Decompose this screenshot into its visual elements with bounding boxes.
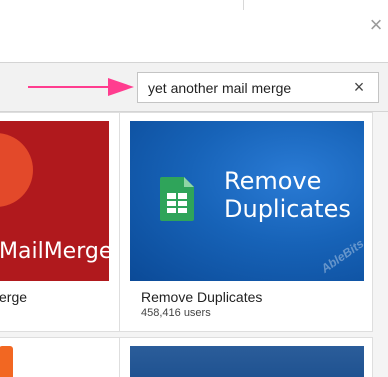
watermark-text: AbleBits [318, 236, 364, 276]
close-icon[interactable]: × [364, 13, 388, 37]
thumbnail-text: Remove Duplicates [224, 167, 351, 223]
addon-thumbnail [130, 346, 364, 377]
addon-thumbnail [0, 346, 13, 377]
addon-card[interactable] [0, 337, 120, 377]
arrow-annotation [28, 78, 134, 96]
addon-title[interactable]: Remove Duplicates [141, 289, 262, 305]
spreadsheet-icon [160, 177, 194, 221]
search-box: × [137, 72, 379, 103]
thumbnail-text: MailMerge [0, 239, 109, 264]
addon-user-count: 458,416 users [141, 307, 211, 319]
addon-card[interactable] [119, 337, 373, 377]
addon-card-remove-duplicates[interactable]: Remove Duplicates AbleBits Remove Duplic… [119, 112, 373, 332]
addon-card-mailmerge[interactable]: MailMerge erge [0, 112, 120, 332]
mailmerge-logo-icon [0, 133, 33, 207]
dialog-header: × [0, 0, 388, 62]
search-input[interactable] [148, 73, 344, 102]
addon-thumbnail: Remove Duplicates AbleBits [130, 121, 364, 281]
close-icon[interactable]: × [350, 76, 368, 98]
addon-title[interactable]: erge [0, 289, 27, 305]
divider [243, 0, 244, 10]
addon-thumbnail: MailMerge [0, 121, 109, 281]
